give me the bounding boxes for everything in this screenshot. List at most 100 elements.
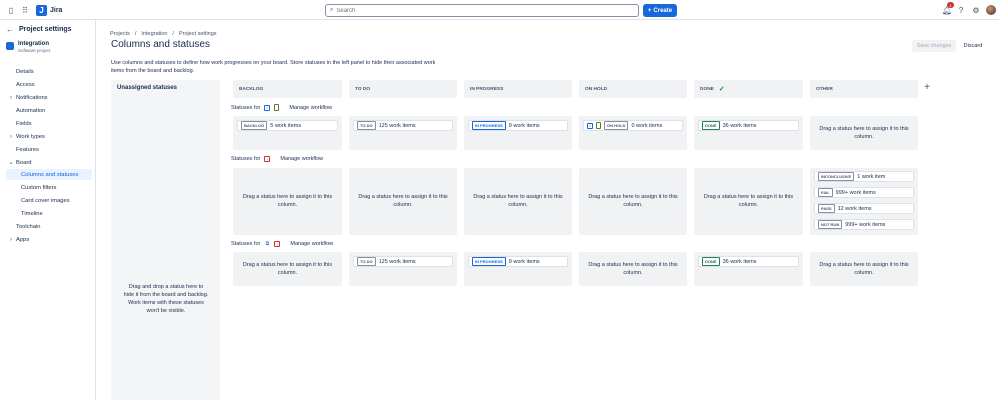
drop-hint: Drag a status here to assign it to this … [819, 126, 909, 140]
status-card[interactable]: DONE 36 work items [698, 256, 799, 267]
status-card[interactable]: PASS 12 work items [814, 203, 914, 214]
jira-logo[interactable]: J Jira [36, 4, 62, 16]
column-title: OTHER [816, 86, 833, 92]
sidebar-item-timeline[interactable]: Timeline [6, 208, 92, 219]
search-input[interactable] [336, 7, 617, 14]
sidebar-item-access[interactable]: Access [6, 79, 92, 90]
breadcrumb-projects[interactable]: Projects [110, 31, 130, 37]
column-title: BACKLOG [239, 86, 264, 92]
column-header-done[interactable]: DONE ✓ [694, 80, 803, 98]
status-cell[interactable]: TO DO 125 work items [349, 252, 457, 286]
status-lozenge: IN PROGRESS [472, 257, 506, 266]
settings-icon[interactable]: ⚙ [971, 5, 981, 15]
sidebar-item-columns-and-statuses[interactable]: Columns and statuses [6, 169, 92, 180]
sidebar-item-automation[interactable]: Automation [6, 105, 92, 116]
sidebar-item-label: Toolchain [16, 223, 41, 230]
status-drop-zone[interactable]: Drag a status here to assign it to this … [579, 168, 687, 235]
avatar[interactable] [986, 5, 996, 15]
status-drop-zone[interactable]: Drag a status here to assign it to this … [464, 168, 572, 235]
sidebar-item-card-cover-images[interactable]: Card cover images [6, 195, 92, 206]
unassigned-statuses-panel[interactable]: Unassigned statuses Drag and drop a stat… [111, 80, 220, 400]
sidebar-item-fields[interactable]: Fields [6, 118, 92, 129]
work-item-count: 36 work items [722, 258, 757, 265]
manage-workflow-link[interactable]: Manage workflow [289, 105, 332, 111]
breadcrumb-integration[interactable]: Integration [141, 31, 167, 37]
column-header-backlog[interactable]: BACKLOG [233, 80, 342, 98]
work-item-count: 36 work items [722, 122, 757, 129]
status-drop-zone[interactable]: Drag a status here to assign it to this … [694, 168, 803, 235]
status-card[interactable]: TO DO 125 work items [353, 256, 453, 267]
breadcrumb-project-settings[interactable]: Project settings [179, 31, 217, 37]
status-cell[interactable]: ✓ ON HOLD 0 work items [579, 116, 687, 150]
sidebar-item-work-types[interactable]: › Work types [6, 131, 92, 142]
sidebar-toggle-icon[interactable]: ▯ [6, 5, 16, 15]
search-box[interactable]: ⌕ [325, 4, 639, 17]
status-drop-zone[interactable]: Drag a status here to assign it to this … [233, 168, 342, 235]
status-drop-zone[interactable]: Drag a status here to assign it to this … [810, 252, 918, 286]
status-cell[interactable]: IN PROGRESS 9 work items [464, 252, 572, 286]
chevron-right-icon[interactable]: › [6, 95, 16, 101]
column-header-other[interactable]: OTHER [810, 80, 918, 98]
status-card[interactable]: BACKLOG 5 work items [237, 120, 338, 131]
back-to-project[interactable]: ← Project settings [6, 25, 72, 34]
chevron-right-icon[interactable]: › [6, 237, 16, 243]
checkbox-icon: ✓ [264, 104, 271, 111]
status-cell[interactable]: INCONCLUSIVE 1 work item FAIL 999+ work … [810, 168, 918, 235]
sidebar-item-features[interactable]: Features [6, 144, 92, 155]
checkbox-icon: ✓ [587, 122, 593, 129]
status-card[interactable]: IN PROGRESS 9 work items [468, 256, 568, 267]
column-header-in-progress[interactable]: IN PROGRESS [464, 80, 572, 98]
status-card[interactable]: DONE 36 work items [698, 120, 799, 131]
status-drop-zone[interactable]: Drag a status here to assign it to this … [233, 252, 342, 286]
column-header-to-do[interactable]: TO DO [349, 80, 457, 98]
checkmark-icon: ✓ [718, 86, 725, 93]
manage-workflow-link[interactable]: Manage workflow [280, 156, 323, 162]
status-lozenge: DONE [702, 257, 720, 266]
sidebar-item-notifications[interactable]: › Notifications [6, 92, 92, 103]
status-card[interactable]: FAIL 999+ work items [814, 187, 914, 198]
status-card[interactable]: INCONCLUSIVE 1 work item [814, 171, 914, 182]
sidebar-item-apps[interactable]: › Apps [6, 234, 92, 245]
project-header: Integration Software project [6, 41, 51, 53]
status-cell[interactable]: DONE 36 work items [694, 252, 803, 286]
app-switcher-icon[interactable]: ⠿ [20, 5, 30, 15]
page-description: Use columns and statuses to define how w… [111, 60, 436, 74]
drop-hint: Drag a status here to assign it to this … [242, 262, 333, 276]
status-lozenge: IN PROGRESS [472, 121, 506, 130]
status-lozenge: TO DO [357, 121, 376, 130]
breadcrumb: Projects / Integration / Project setting… [110, 31, 217, 37]
save-changes-button[interactable]: Save changes [912, 40, 956, 52]
status-drop-zone[interactable]: Drag a status here to assign it to this … [579, 252, 687, 286]
status-card[interactable]: NOT RUN 999+ work items [814, 219, 914, 230]
status-drop-zone[interactable]: Drag a status here to assign it to this … [810, 116, 918, 150]
project-avatar-icon [6, 42, 14, 50]
status-card[interactable]: TO DO 125 work items [353, 120, 453, 131]
chevron-right-icon[interactable]: › [6, 134, 16, 140]
column-header-on-hold[interactable]: ON HOLD [579, 80, 687, 98]
sidebar-item-custom-filters[interactable]: Custom filters [6, 182, 92, 193]
status-card[interactable]: ✓ ON HOLD 0 work items [583, 120, 683, 131]
plus-icon: + [647, 7, 652, 14]
sidebar-item-toolchain[interactable]: Toolchain [6, 221, 92, 232]
status-cell[interactable]: BACKLOG 5 work items [233, 116, 342, 150]
breadcrumb-separator: / [172, 31, 174, 37]
status-card[interactable]: IN PROGRESS 9 work items [468, 120, 568, 131]
status-cell[interactable]: DONE 36 work items [694, 116, 803, 150]
sidebar-item-board[interactable]: ⌄ Board [6, 157, 92, 168]
add-column-button[interactable]: + [921, 81, 933, 93]
sidebar-item-label: Custom filters [21, 184, 57, 191]
create-button[interactable]: + Create [643, 4, 677, 17]
status-cell[interactable]: IN PROGRESS 9 work items [464, 116, 572, 150]
status-cell[interactable]: TO DO 125 work items [349, 116, 457, 150]
status-lozenge: NOT RUN [818, 220, 843, 229]
discard-button[interactable]: Discard [960, 40, 986, 52]
chevron-down-icon[interactable]: ⌄ [6, 159, 16, 166]
work-item-count: 9 work items [508, 122, 540, 129]
unassigned-title: Unassigned statuses [117, 85, 178, 91]
manage-workflow-link[interactable]: Manage workflow [290, 241, 333, 247]
bug-icon: ! [274, 241, 281, 247]
status-drop-zone[interactable]: Drag a status here to assign it to this … [349, 168, 457, 235]
sidebar-item-details[interactable]: Details [6, 66, 92, 77]
breadcrumb-separator: / [134, 31, 137, 37]
help-icon[interactable]: ? [956, 5, 966, 15]
